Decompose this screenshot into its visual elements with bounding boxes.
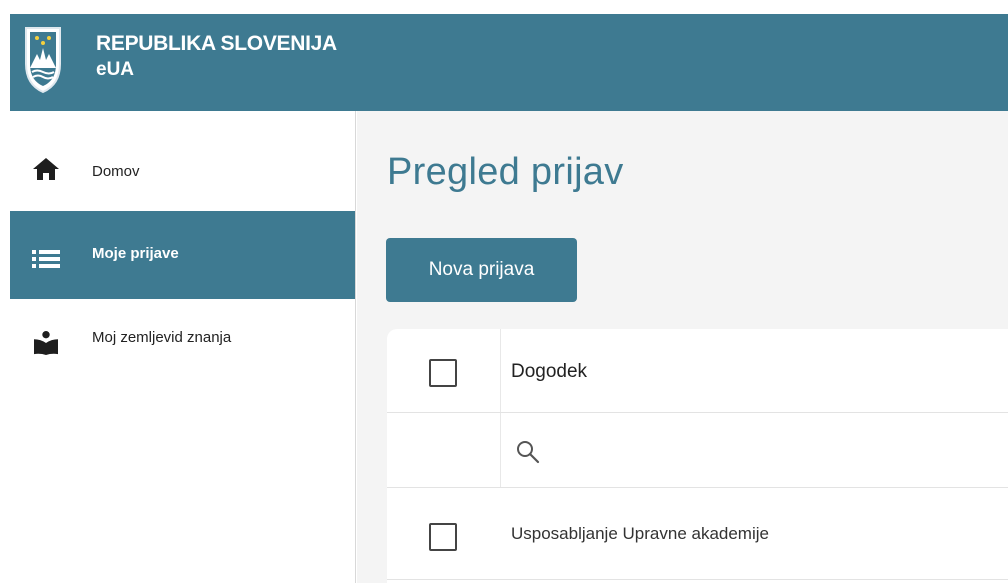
select-all-cell <box>387 329 501 412</box>
coat-of-arms-icon <box>25 27 61 94</box>
brand-subtitle: eUA <box>96 59 135 80</box>
row-select-cell <box>387 488 501 579</box>
event-filter-input[interactable] <box>552 435 1002 467</box>
table-filter-row <box>387 413 1008 488</box>
search-icon <box>517 441 540 464</box>
reading-person-icon <box>34 331 58 355</box>
app-frame: REPUBLIKA SLOVENIJA eUA Domov Moje prija… <box>0 0 1008 583</box>
applications-table: Dogodek Usposabljanje Upravne akademije <box>387 329 1008 583</box>
row-checkbox[interactable] <box>429 523 457 551</box>
sidebar-item-label: Moje prijave <box>92 245 179 262</box>
top-header: REPUBLIKA SLOVENIJA eUA <box>10 14 1008 111</box>
main-content: Pregled prijav Nova prijava Dogodek Uspo… <box>357 111 1008 583</box>
page-title: Pregled prijav <box>387 151 624 193</box>
sidebar-item-zemljevid-znanja[interactable]: Moj zemljevid znanja <box>10 299 355 387</box>
sidebar-item-domov[interactable]: Domov <box>10 111 355 199</box>
list-icon <box>32 250 60 268</box>
sidebar-item-moje-prijave[interactable]: Moje prijave <box>10 211 355 299</box>
sidebar-item-label: Moj zemljevid znanja <box>92 329 232 346</box>
table-header-row: Dogodek <box>387 329 1008 413</box>
table-row[interactable]: Usposabljanje Upravne akademije <box>387 488 1008 580</box>
filter-spacer-cell <box>387 413 501 487</box>
home-icon <box>33 158 59 180</box>
select-all-checkbox[interactable] <box>429 359 457 387</box>
sidebar-item-label: Domov <box>92 163 140 180</box>
new-application-button[interactable]: Nova prijava <box>386 238 577 302</box>
brand-title: REPUBLIKA SLOVENIJA <box>96 32 337 55</box>
column-header-dogodek[interactable]: Dogodek <box>511 361 587 383</box>
sidebar: Domov Moje prijave Moj zemljevid znanja <box>10 111 356 583</box>
event-name[interactable]: Usposabljanje Upravne akademije <box>511 524 769 544</box>
